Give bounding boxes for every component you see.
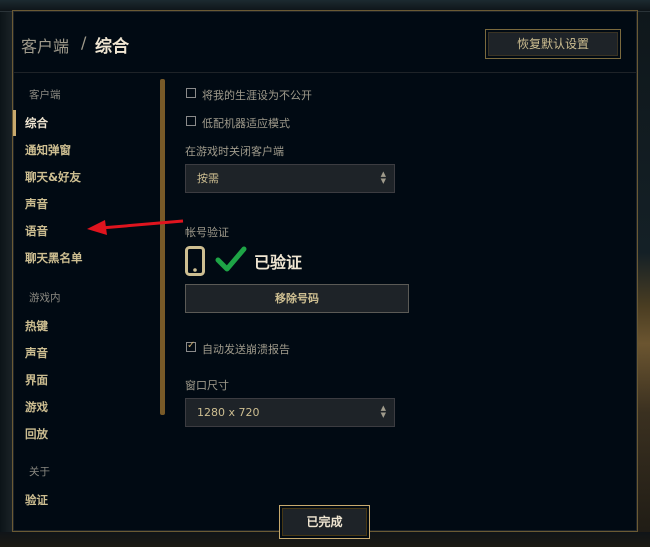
nav-item-game[interactable]: 游戏 xyxy=(25,399,48,415)
nav-item-notifications[interactable]: 通知弹窗 xyxy=(25,142,71,158)
breadcrumb-root: 客户端 xyxy=(21,37,70,56)
red-arrow-icon xyxy=(87,219,184,235)
remove-number-button[interactable]: 移除号码 xyxy=(185,284,409,313)
window-size-label: 窗口尺寸 xyxy=(185,379,229,392)
auto-crash-report-label: 自动发送崩溃报告 xyxy=(202,343,290,356)
nav-item-replays[interactable]: 回放 xyxy=(25,426,48,442)
chevron-updown-icon: ▲ ▼ xyxy=(380,170,386,185)
nav-scrollbar[interactable] xyxy=(160,79,165,415)
nav-item-chat-blocklist[interactable]: 聊天黑名单 xyxy=(25,250,83,266)
nav-item-interface[interactable]: 界面 xyxy=(25,372,48,388)
chevron-updown-icon: ▲ ▼ xyxy=(380,404,386,419)
done-button[interactable]: 已完成 xyxy=(279,505,370,539)
low-spec-label: 低配机器适应模式 xyxy=(202,117,290,130)
window-size-select[interactable]: 1280 x 720 ▲ ▼ xyxy=(185,398,395,427)
nav-item-chat-friends[interactable]: 聊天&好友 xyxy=(25,169,81,185)
nav-section-ingame: 游戏内 xyxy=(29,292,61,304)
close-client-select[interactable]: 按需 ▲ ▼ xyxy=(185,164,395,193)
account-verify-label: 帐号验证 xyxy=(185,226,229,239)
window-size-value: 1280 x 720 xyxy=(197,406,260,419)
nav-item-ingame-sound[interactable]: 声音 xyxy=(25,345,48,361)
nav-section-about: 关于 xyxy=(29,466,50,478)
breadcrumb-separator: / xyxy=(81,33,87,52)
close-client-value: 按需 xyxy=(197,172,219,185)
low-spec-checkbox[interactable] xyxy=(186,116,196,126)
nav-active-indicator xyxy=(13,110,16,136)
settings-dialog: 客户端 / 综合 恢复默认设置 客户端 综合 通知弹窗 聊天&好友 声音 语音 … xyxy=(12,10,638,539)
nav-item-hotkeys[interactable]: 热键 xyxy=(25,318,48,334)
auto-crash-report-checkbox[interactable] xyxy=(186,340,196,352)
restore-defaults-button[interactable]: 恢复默认设置 xyxy=(485,29,621,59)
nav-item-sound[interactable]: 声音 xyxy=(25,196,48,212)
close-client-label: 在游戏时关闭客户端 xyxy=(185,145,284,158)
page-title: 综合 xyxy=(95,37,129,57)
checkmark-icon xyxy=(215,246,247,272)
verified-status: 已验证 xyxy=(254,253,303,272)
private-career-checkbox[interactable] xyxy=(186,88,196,98)
nav-item-general[interactable]: 综合 xyxy=(25,115,48,131)
nav-section-client: 客户端 xyxy=(29,89,61,101)
nav-item-verification[interactable]: 验证 xyxy=(25,492,48,508)
private-career-label: 将我的生涯设为不公开 xyxy=(202,89,312,102)
phone-icon xyxy=(185,246,205,276)
dialog-header: 客户端 / 综合 恢复默认设置 xyxy=(13,11,637,73)
background-right-strip xyxy=(638,12,650,547)
nav-item-voice[interactable]: 语音 xyxy=(25,223,48,239)
background-left-strip xyxy=(0,12,12,547)
